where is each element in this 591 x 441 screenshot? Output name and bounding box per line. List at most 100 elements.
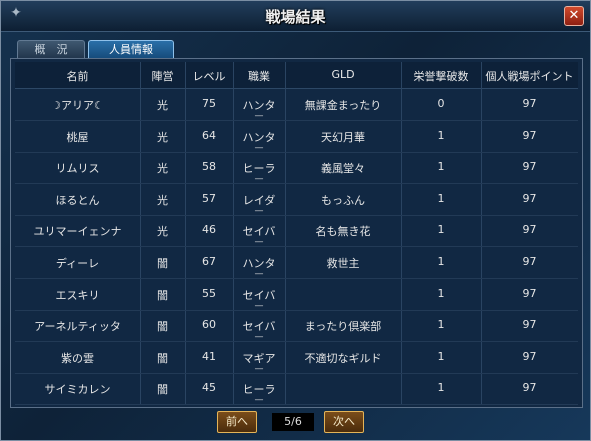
cell-level: 67 [185, 255, 233, 268]
cell-faction: 闇 [140, 381, 185, 397]
cell-level: 64 [185, 129, 233, 142]
cell-faction: 闇 [140, 287, 185, 303]
cell-text-kills: 1 [437, 160, 445, 174]
cell-job: セイバ — [233, 223, 285, 248]
job-underline: — [254, 300, 264, 311]
job-underline: — [254, 237, 264, 248]
cell-name: 紫の雲 [15, 350, 140, 366]
cell-text-level: 58 [202, 160, 216, 174]
table-row[interactable]: ほるとん 光 57 レイダ — もっふん 1 97 [15, 184, 578, 216]
cell-gld: 義風堂々 [285, 160, 401, 176]
cell-gld: もっふん [285, 192, 401, 208]
cell-faction: 光 [140, 192, 185, 208]
column-header-name: 名前 [66, 70, 89, 83]
cell-job: セイバ — [233, 287, 285, 311]
cell-text-faction: 光 [157, 193, 168, 207]
cell-name: ユリマーイェンナ [15, 223, 140, 239]
cell-points: 97 [481, 287, 578, 300]
column-header-level: レベル [192, 70, 226, 83]
cell-gld: 名も無き花 [285, 223, 401, 239]
cell-points: 97 [481, 97, 578, 110]
cell-name: アーネルティッタ [15, 318, 140, 334]
cell-text-kills: 1 [437, 223, 445, 237]
cell-name: ほるとん [15, 192, 140, 208]
cell-text-kills: 1 [437, 349, 445, 363]
table-row[interactable]: 紫の雲 闇 41 マギア — 不適切なギルド 1 97 [15, 342, 578, 374]
column-header-points: 個人戦場ポイント [485, 70, 574, 83]
table-row[interactable]: ☽アリア☾ 光 75 ハンタ — 無課金まったり 0 97 [15, 89, 578, 121]
cell-level: 55 [185, 287, 233, 300]
cell-text-name: ユリマーイェンナ [33, 225, 122, 239]
cell-name: サイミカレン [15, 381, 140, 397]
cell-name: ディーレ [15, 255, 140, 271]
cell-text-faction: 闇 [157, 383, 168, 397]
cell-text-faction: 光 [157, 130, 168, 144]
cell-job: ハンタ — [233, 129, 285, 153]
cell-faction: 光 [140, 129, 185, 145]
cell-job: ハンタ — [233, 97, 285, 121]
tab-member-info[interactable]: 人員情報 [88, 40, 174, 58]
cell-text-name: ディーレ [55, 257, 100, 270]
cell-text-gld: まったり倶楽部 [304, 320, 382, 334]
pager: 前へ 5/6 次へ [1, 411, 591, 433]
cell-level: 46 [185, 223, 233, 236]
table-row[interactable]: リムリス 光 58 ヒーラ — 義風堂々 1 97 [15, 152, 578, 185]
cell-job: レイダ — [233, 192, 285, 216]
cell-text-level: 57 [202, 191, 216, 205]
prev-page-button[interactable]: 前へ [217, 411, 257, 433]
cell-text-level: 41 [202, 349, 216, 363]
cell-text-gld: 無課金まったり [304, 99, 382, 112]
column-header-faction: 陣営 [151, 70, 174, 83]
table-row[interactable]: アーネルティッタ 闇 60 セイバ — まったり倶楽部 1 97 [15, 310, 578, 343]
table-row[interactable]: 桃屋 光 64 ハンタ — 天幻月華 1 97 [15, 121, 578, 153]
cell-text-faction: 闇 [157, 320, 168, 334]
cell-text-faction: 闇 [157, 351, 168, 365]
cell-text-points: 97 [522, 318, 537, 332]
column-header-kills: 栄誉撃破数 [413, 70, 469, 83]
cell-text-faction: 光 [157, 225, 168, 239]
cell-text-level: 55 [202, 286, 216, 300]
cell-text-job: マギア [242, 351, 276, 365]
close-button[interactable]: ✕ [564, 6, 584, 26]
table-row[interactable]: ユリマーイェンナ 光 46 セイバ — 名も無き花 1 97 [15, 215, 578, 248]
cell-job: ハンタ — [233, 255, 285, 279]
cell-text-level: 46 [202, 223, 216, 237]
job-underline: — [254, 205, 264, 216]
cell-gld: 不適切なギルド [285, 350, 401, 366]
title-bar[interactable]: ✦ 戦場結果 ✕ [1, 1, 590, 32]
table-row[interactable]: サイミカレン 闇 45 ヒーラ — 1 97 [15, 373, 578, 406]
cell-text-kills: 1 [437, 128, 445, 142]
cell-text-kills: 1 [437, 381, 445, 395]
cell-gld: 救世主 [285, 255, 401, 271]
cell-text-points: 97 [522, 191, 537, 205]
cell-faction: 闇 [140, 318, 185, 334]
tab-overview[interactable]: 概 況 [17, 40, 85, 58]
cell-text-faction: 光 [157, 99, 168, 112]
cell-text-name: 桃屋 [66, 130, 89, 144]
job-underline: — [254, 332, 264, 343]
cell-text-faction: 闇 [157, 288, 168, 302]
cell-text-kills: 1 [437, 318, 445, 332]
cell-kills: 1 [401, 350, 481, 363]
table-row[interactable]: エスキリ 闇 55 セイバ — 1 97 [15, 279, 578, 311]
cell-faction: 闇 [140, 255, 185, 271]
cell-text-points: 97 [522, 255, 537, 268]
cell-text-name: ほるとん [55, 193, 100, 207]
cell-text-points: 97 [522, 160, 537, 174]
cell-text-gld: もっふん [321, 193, 365, 207]
cell-name: 桃屋 [15, 129, 140, 145]
cell-points: 97 [481, 192, 578, 205]
cell-points: 97 [481, 160, 578, 173]
cell-name: ☽アリア☾ [15, 97, 140, 113]
cell-text-level: 60 [202, 318, 216, 332]
cell-faction: 光 [140, 160, 185, 176]
cell-text-job: レイダ [242, 193, 276, 207]
page-indicator: 5/6 [272, 413, 314, 431]
cell-points: 97 [481, 129, 578, 142]
cell-kills: 1 [401, 160, 481, 173]
table-row[interactable]: ディーレ 闇 67 ハンタ — 救世主 1 97 [15, 247, 578, 279]
cell-kills: 1 [401, 192, 481, 205]
next-page-button[interactable]: 次へ [324, 411, 364, 433]
cell-name: エスキリ [15, 287, 140, 303]
cell-text-points: 97 [522, 286, 537, 300]
